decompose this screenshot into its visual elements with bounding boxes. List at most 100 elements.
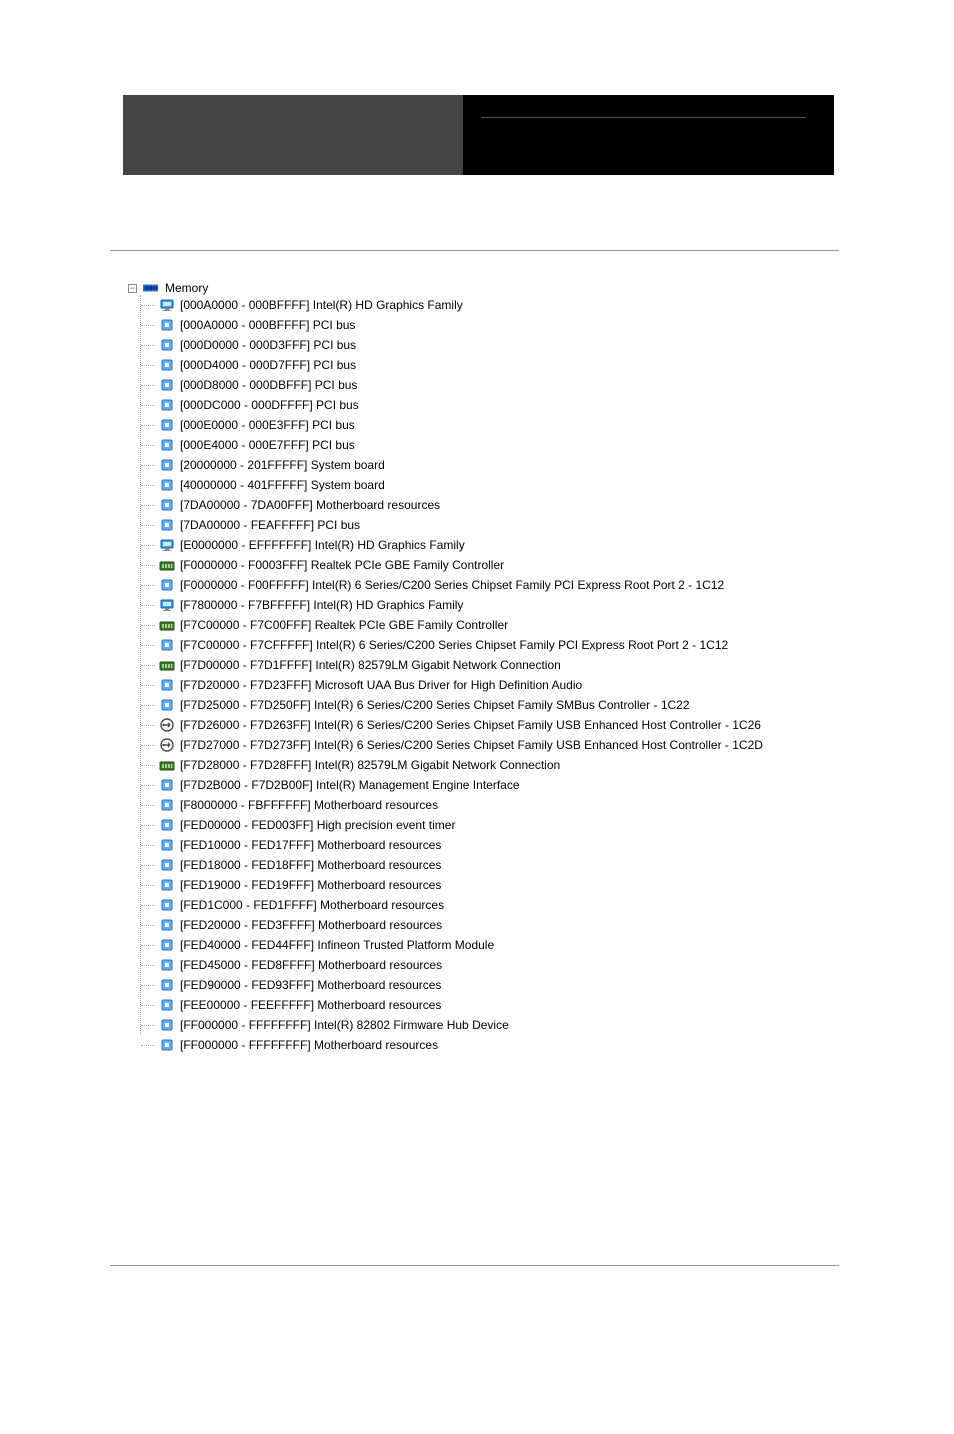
tree-item[interactable]: [FED1C000 - FED1FFFF] Motherboard resour… <box>159 895 954 915</box>
tree-item-label: [FEE00000 - FEEFFFFF] Motherboard resour… <box>180 998 441 1012</box>
chip-icon <box>159 777 175 793</box>
tree-item-label: [F8000000 - FBFFFFFF] Motherboard resour… <box>180 798 438 812</box>
chip-icon <box>159 637 175 653</box>
net-icon <box>159 617 175 633</box>
tree-item-label: [FED00000 - FED003FF] High precision eve… <box>180 818 455 832</box>
tree-item-label: [FED90000 - FED93FFF] Motherboard resour… <box>180 978 441 992</box>
tree-item-label: [F0000000 - F00FFFFF] Intel(R) 6 Series/… <box>180 578 724 592</box>
display-icon <box>159 537 175 553</box>
divider-top <box>110 250 839 251</box>
tree-item[interactable]: [FED40000 - FED44FFF] Infineon Trusted P… <box>159 935 954 955</box>
header-bar <box>0 95 954 175</box>
collapse-icon[interactable]: − <box>128 284 137 293</box>
tree-item-label: [FED40000 - FED44FFF] Infineon Trusted P… <box>180 938 494 952</box>
tree-item[interactable]: [F7D28000 - F7D28FFF] Intel(R) 82579LM G… <box>159 755 954 775</box>
chip-icon <box>159 437 175 453</box>
chip-icon <box>159 1017 175 1033</box>
chip-icon <box>159 897 175 913</box>
header-left <box>123 95 463 175</box>
tree-item[interactable]: [000E4000 - 000E7FFF] PCI bus <box>159 435 954 455</box>
tree-item[interactable]: [FED45000 - FED8FFFF] Motherboard resour… <box>159 955 954 975</box>
tree-item-label: [7DA00000 - 7DA00FFF] Motherboard resour… <box>180 498 440 512</box>
tree-item[interactable]: [E0000000 - EFFFFFFF] Intel(R) HD Graphi… <box>159 535 954 555</box>
tree-item[interactable]: [000A0000 - 000BFFFF] Intel(R) HD Graphi… <box>159 295 954 315</box>
tree-item[interactable]: [000E0000 - 000E3FFF] PCI bus <box>159 415 954 435</box>
tree-item-label: [F7800000 - F7BFFFFF] Intel(R) HD Graphi… <box>180 598 463 612</box>
divider-bottom <box>110 1265 839 1266</box>
tree-item[interactable]: [FED20000 - FED3FFFF] Motherboard resour… <box>159 915 954 935</box>
tree-item-label: [000D4000 - 000D7FFF] PCI bus <box>180 358 356 372</box>
tree-item[interactable]: [20000000 - 201FFFFF] System board <box>159 455 954 475</box>
tree-item-label: [FED18000 - FED18FFF] Motherboard resour… <box>180 858 441 872</box>
tree-item[interactable]: [FED19000 - FED19FFF] Motherboard resour… <box>159 875 954 895</box>
chip-icon <box>159 817 175 833</box>
tree-item-label: [000A0000 - 000BFFFF] PCI bus <box>180 318 355 332</box>
chip-icon <box>159 977 175 993</box>
tree-item[interactable]: [F7D26000 - F7D263FF] Intel(R) 6 Series/… <box>159 715 954 735</box>
tree-item-label: [FED19000 - FED19FFF] Motherboard resour… <box>180 878 441 892</box>
tree-item[interactable]: [000D0000 - 000D3FFF] PCI bus <box>159 335 954 355</box>
tree-item[interactable]: [000DC000 - 000DFFFF] PCI bus <box>159 395 954 415</box>
tree-item-label: [F7D00000 - F7D1FFFF] Intel(R) 82579LM G… <box>180 658 561 672</box>
tree-item[interactable]: [FF000000 - FFFFFFFF] Intel(R) 82802 Fir… <box>159 1015 954 1035</box>
tree-item[interactable]: [000A0000 - 000BFFFF] PCI bus <box>159 315 954 335</box>
tree-item-label: [000D0000 - 000D3FFF] PCI bus <box>180 338 356 352</box>
tree-item-label: [000DC000 - 000DFFFF] PCI bus <box>180 398 359 412</box>
chip-icon <box>159 497 175 513</box>
tree-item-label: [FED45000 - FED8FFFF] Motherboard resour… <box>180 958 442 972</box>
tree-item[interactable]: [F7D25000 - F7D250FF] Intel(R) 6 Series/… <box>159 695 954 715</box>
tree-item[interactable]: [40000000 - 401FFFFF] System board <box>159 475 954 495</box>
usb-icon <box>159 737 175 753</box>
tree-item-label: [F7D28000 - F7D28FFF] Intel(R) 82579LM G… <box>180 758 560 772</box>
tree-item-label: [000E0000 - 000E3FFF] PCI bus <box>180 418 355 432</box>
tree-item[interactable]: [FED10000 - FED17FFF] Motherboard resour… <box>159 835 954 855</box>
tree-item[interactable]: [FEE00000 - FEEFFFFF] Motherboard resour… <box>159 995 954 1015</box>
tree-item[interactable]: [FED18000 - FED18FFF] Motherboard resour… <box>159 855 954 875</box>
chip-icon <box>159 917 175 933</box>
tree-item-label: [000D8000 - 000DBFFF] PCI bus <box>180 378 357 392</box>
tree-item[interactable]: [F7D27000 - F7D273FF] Intel(R) 6 Series/… <box>159 735 954 755</box>
chip-icon <box>159 517 175 533</box>
tree-item[interactable]: [F7800000 - F7BFFFFF] Intel(R) HD Graphi… <box>159 595 954 615</box>
tree-item-label: [FED10000 - FED17FFF] Motherboard resour… <box>180 838 441 852</box>
tree-item-label: [7DA00000 - FEAFFFFF] PCI bus <box>180 518 360 532</box>
chip-icon <box>159 477 175 493</box>
tree-item-label: [F7D26000 - F7D263FF] Intel(R) 6 Series/… <box>180 718 761 732</box>
chip-icon <box>159 937 175 953</box>
header-right <box>463 95 834 175</box>
tree-item[interactable]: [F7D20000 - F7D23FFF] Microsoft UAA Bus … <box>159 675 954 695</box>
tree-item-label: [F7D25000 - F7D250FF] Intel(R) 6 Series/… <box>180 698 690 712</box>
tree-item-label: [F7C00000 - F7CFFFFF] Intel(R) 6 Series/… <box>180 638 728 652</box>
chip-icon <box>159 357 175 373</box>
chip-icon <box>159 997 175 1013</box>
chip-icon <box>159 397 175 413</box>
tree-item[interactable]: [FF000000 - FFFFFFFF] Motherboard resour… <box>159 1035 954 1055</box>
display-icon <box>159 297 175 313</box>
tree-item[interactable]: [000D8000 - 000DBFFF] PCI bus <box>159 375 954 395</box>
chip-icon <box>159 877 175 893</box>
tree-item[interactable]: [F0000000 - F00FFFFF] Intel(R) 6 Series/… <box>159 575 954 595</box>
tree-item-label: [F7D27000 - F7D273FF] Intel(R) 6 Series/… <box>180 738 763 752</box>
usb-icon <box>159 717 175 733</box>
tree-root-memory[interactable]: − Memory <box>128 281 954 295</box>
net-icon <box>159 657 175 673</box>
chip-icon <box>159 957 175 973</box>
tree-item[interactable]: [F7C00000 - F7CFFFFF] Intel(R) 6 Series/… <box>159 635 954 655</box>
tree-item-label: [000A0000 - 000BFFFF] Intel(R) HD Graphi… <box>180 298 463 312</box>
tree-item[interactable]: [F7D2B000 - F7D2B00F] Intel(R) Managemen… <box>159 775 954 795</box>
tree-item[interactable]: [000D4000 - 000D7FFF] PCI bus <box>159 355 954 375</box>
chip-icon <box>159 337 175 353</box>
tree-item[interactable]: [7DA00000 - 7DA00FFF] Motherboard resour… <box>159 495 954 515</box>
tree-item[interactable]: [F0000000 - F0003FFF] Realtek PCIe GBE F… <box>159 555 954 575</box>
chip-icon <box>159 677 175 693</box>
tree-item[interactable]: [F8000000 - FBFFFFFF] Motherboard resour… <box>159 795 954 815</box>
net-icon <box>159 557 175 573</box>
tree-item[interactable]: [7DA00000 - FEAFFFFF] PCI bus <box>159 515 954 535</box>
tree-item[interactable]: [F7D00000 - F7D1FFFF] Intel(R) 82579LM G… <box>159 655 954 675</box>
tree-item[interactable]: [F7C00000 - F7C00FFF] Realtek PCIe GBE F… <box>159 615 954 635</box>
chip-icon <box>159 377 175 393</box>
tree-children: [000A0000 - 000BFFFF] Intel(R) HD Graphi… <box>140 295 954 1055</box>
tree-item[interactable]: [FED90000 - FED93FFF] Motherboard resour… <box>159 975 954 995</box>
tree-item[interactable]: [FED00000 - FED003FF] High precision eve… <box>159 815 954 835</box>
tree-item-label: [FF000000 - FFFFFFFF] Motherboard resour… <box>180 1038 438 1052</box>
